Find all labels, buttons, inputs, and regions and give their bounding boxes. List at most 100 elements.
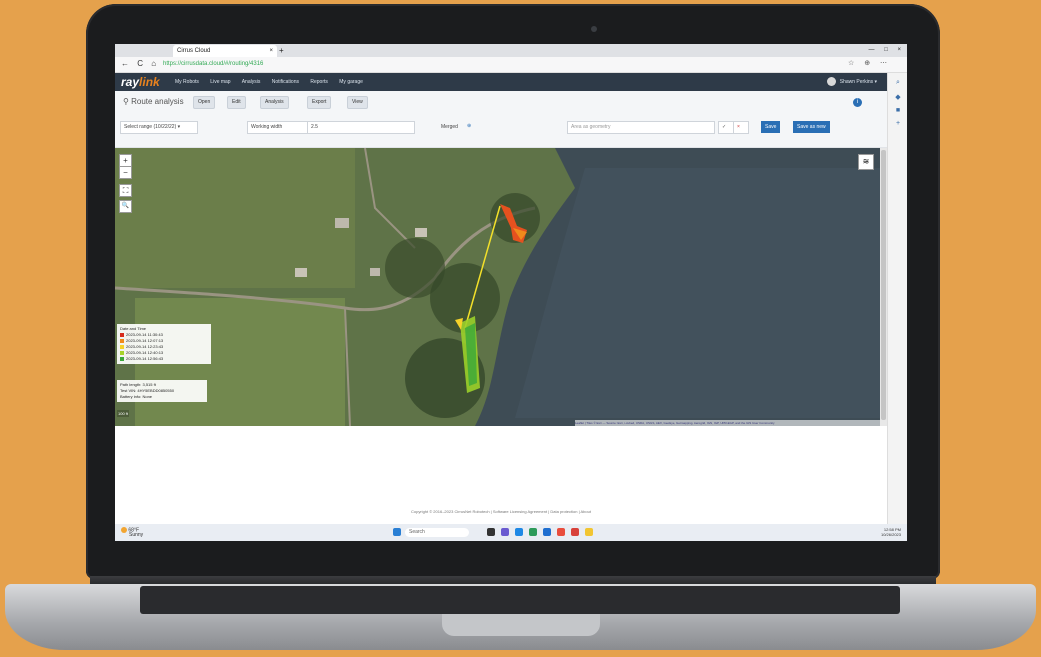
shield-icon[interactable]: ◆: [888, 93, 907, 101]
briefcase-icon[interactable]: ■: [888, 107, 907, 114]
menu-item-analysis[interactable]: Analysis: [242, 79, 261, 85]
map-imagery: [115, 148, 880, 426]
start-icon[interactable]: [393, 528, 401, 536]
save-as-new-button[interactable]: Save as new: [793, 121, 830, 133]
browser-toolbar-icons[interactable]: ☆ ⊕ ⋯: [848, 59, 887, 67]
view-button[interactable]: View: [347, 96, 368, 109]
save-button[interactable]: Save: [761, 121, 781, 133]
tab-title: Cirrus Cloud: [177, 48, 211, 54]
merged-label: Merged: [441, 124, 458, 130]
store-icon[interactable]: [529, 528, 537, 536]
legend-label: 2023-09-14 12:40:13: [126, 350, 164, 355]
window-controls[interactable]: — □ ×: [869, 44, 901, 57]
menu-item-reports[interactable]: Reports: [310, 79, 328, 85]
main-menu: My Robots Live map Analysis Notification…: [175, 79, 373, 85]
path-length-label: Path length: [120, 382, 141, 387]
path-info-panel: Path length: 3,515 ft Test VIN: 4HY5EBDD…: [117, 380, 207, 402]
close-tab-icon[interactable]: ×: [269, 45, 273, 57]
legend-item: 2023-09-14 12:56:43: [120, 356, 208, 362]
menu-item-notifications[interactable]: Notifications: [272, 79, 299, 85]
battery-label: Battery info: [120, 394, 141, 399]
area-search-input[interactable]: Area as geometry: [567, 121, 715, 134]
legend-swatch: [120, 344, 124, 349]
weather-desc: Sunny: [129, 532, 144, 539]
route-toolbar: ⚲ Route analysis Open Edit Analysis Expo…: [115, 91, 887, 115]
app-icon[interactable]: [571, 528, 579, 536]
analysis-button[interactable]: Analysis: [260, 96, 289, 109]
edit-button[interactable]: Edit: [227, 96, 246, 109]
menu-item-my-garage[interactable]: My garage: [339, 79, 363, 85]
logo-main: ray: [121, 75, 140, 89]
page-footer: Copyright © 2016–2023 CirrusNet Robotech…: [411, 509, 591, 514]
browser-tab[interactable]: Cirrus Cloud ×: [173, 45, 277, 57]
map-legend: Date and Time 2023-09-14 11:30:43 2023-0…: [117, 324, 211, 364]
date-range-select[interactable]: Select range (10/22/22) ▾: [120, 121, 198, 134]
edge-icon[interactable]: [515, 528, 523, 536]
weather-widget[interactable]: 68°F Sunny: [121, 527, 143, 538]
route-options: Select range (10/22/22) ▾ Working width …: [115, 115, 887, 148]
clear-icon[interactable]: ×: [733, 121, 749, 134]
legend-label: 2023-09-14 12:07:13: [126, 338, 164, 343]
menu-item-live-map[interactable]: Live map: [210, 79, 230, 85]
legend-swatch: [120, 338, 124, 343]
page-title: ⚲ Route analysis: [123, 97, 184, 106]
map-scale: 100 ft: [117, 410, 130, 417]
clock-date: 10/26/2023: [880, 532, 901, 537]
map-attribution: Leaflet | Tiles © Esri — Source: Esri, i…: [575, 420, 880, 426]
map-search-button[interactable]: 🔍: [119, 200, 132, 213]
sun-icon: [121, 527, 127, 533]
info-icon[interactable]: i: [853, 98, 862, 107]
folder-icon[interactable]: [585, 528, 593, 536]
battery-info: Battery info: None: [120, 394, 153, 399]
map-scrollbar[interactable]: [880, 148, 887, 426]
trackpad: [442, 614, 600, 636]
path-length-value: 3,515 ft: [142, 382, 156, 387]
legend-swatch: [120, 356, 124, 361]
test-vin-label: Test VIN: [120, 388, 136, 393]
new-tab-button[interactable]: +: [279, 44, 284, 57]
system-clock[interactable]: 12:58 PM 10/26/2023: [881, 527, 901, 537]
working-width-input[interactable]: 2.5: [307, 121, 415, 134]
browser-sidebar: ⌕ ◆ ■ +: [887, 73, 907, 541]
screen: Cirrus Cloud × + — □ × ← C ⌂ https://cir…: [115, 44, 907, 541]
avatar: [827, 77, 837, 86]
user-menu[interactable]: Shawn Perkins ▾: [827, 77, 877, 86]
chrome-icon[interactable]: [557, 528, 565, 536]
fullscreen-button[interactable]: ⛶: [119, 184, 132, 197]
taskbar-search[interactable]: Search: [405, 528, 469, 537]
chat-icon[interactable]: [501, 528, 509, 536]
legend-label: 2023-09-14 11:30:43: [126, 332, 163, 337]
zoom-out-button[interactable]: −: [119, 166, 132, 179]
battery-value: None: [142, 394, 153, 399]
user-name: Shawn Perkins ▾: [839, 78, 877, 85]
legend-swatch: [120, 332, 124, 337]
scrollbar-thumb[interactable]: [881, 150, 886, 420]
keyboard: [140, 586, 900, 614]
legend-label: 2023-09-14 12:56:43: [126, 356, 164, 361]
layers-icon[interactable]: ≋: [858, 154, 874, 170]
os-taskbar: 68°F Sunny Search 12:58 PM 10/26/2023: [115, 524, 907, 541]
search-icon[interactable]: ⌕: [888, 79, 907, 87]
test-vin-value: 4HY5EBDD0850550: [137, 388, 175, 393]
app-header: raylink My Robots Live map Analysis Noti…: [115, 73, 887, 91]
url-field[interactable]: https://cirrusdata.cloud/#/routing/4316: [163, 60, 763, 69]
menu-item-my-robots[interactable]: My Robots: [175, 79, 199, 85]
app-logo[interactable]: raylink: [121, 75, 160, 89]
confirm-icon[interactable]: ✓: [718, 121, 734, 134]
camera: [591, 26, 597, 32]
page-title-text: Route analysis: [131, 97, 184, 106]
logo-accent: link: [139, 75, 160, 89]
satellite-map[interactable]: + − ⛶ 🔍 ≋ Date and Time 2023-09-14 11:30…: [115, 148, 880, 426]
nav-buttons[interactable]: ← C ⌂: [121, 59, 156, 68]
mail-icon[interactable]: [543, 528, 551, 536]
address-bar: ← C ⌂ https://cirrusdata.cloud/#/routing…: [115, 57, 907, 73]
legend-swatch: [120, 350, 124, 355]
export-button[interactable]: Export: [307, 96, 332, 109]
add-icon[interactable]: +: [888, 120, 907, 127]
browser-tabbar: Cirrus Cloud × + — □ ×: [115, 44, 907, 57]
legend-label: 2023-09-14 12:23:43: [126, 344, 164, 349]
task-view-icon[interactable]: [487, 528, 495, 536]
merged-info-icon[interactable]: ⊕: [467, 123, 471, 129]
open-button[interactable]: Open: [193, 96, 216, 109]
working-width-label: Working width: [247, 121, 311, 134]
